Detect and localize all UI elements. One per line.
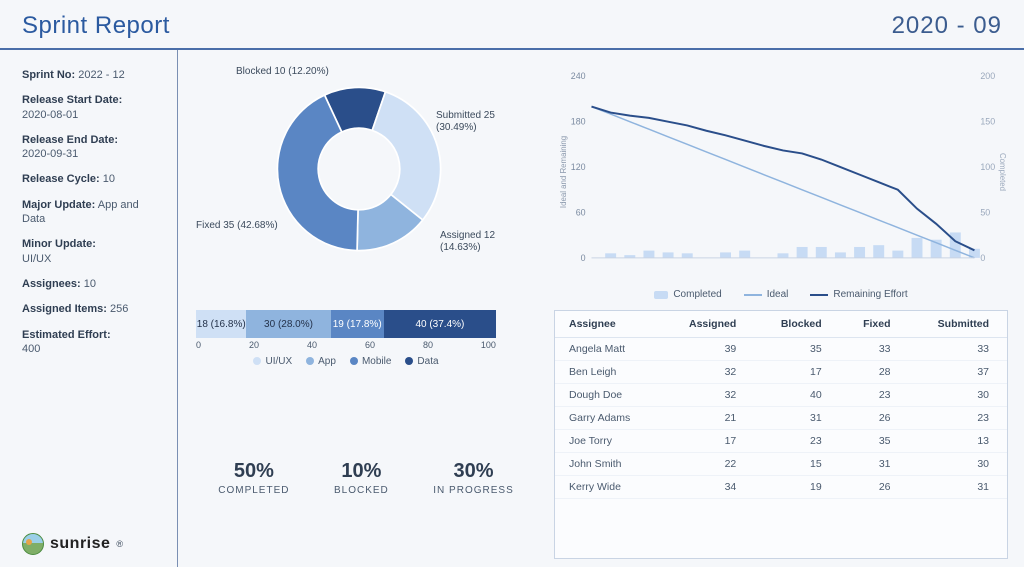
summary-stats: 50% COMPLETED 10% BLOCKED 30% IN PROGRES… — [196, 396, 536, 559]
stacked-axis: 020406080100 — [196, 340, 496, 350]
meta-minor-update: Minor Update:UI/UX — [22, 237, 163, 266]
table-row: Angela Matt39353333 — [555, 338, 1007, 361]
stacked-legend: UI/UXAppMobileData — [196, 356, 496, 367]
table-row: John Smith22153130 — [555, 453, 1007, 476]
svg-text:60: 60 — [576, 207, 586, 217]
svg-text:0: 0 — [980, 253, 985, 263]
donut-svg — [274, 84, 444, 254]
brand-logo: sunrise® — [22, 533, 163, 555]
donut-label-submitted: Submitted 25 (30.49%) — [436, 110, 536, 134]
report-period: 2020 - 09 — [892, 12, 1002, 40]
table-row: Ben Leigh32172837 — [555, 361, 1007, 384]
svg-text:240: 240 — [571, 71, 586, 81]
meta-start-date: Release Start Date:2020-08-01 — [22, 93, 163, 122]
table-row: Joe Torry17233513 — [555, 430, 1007, 453]
svg-text:200: 200 — [980, 71, 995, 81]
stacked-seg-ui/ux: 18 (16.8%) — [196, 310, 246, 338]
meta-sprint-no: Sprint No: 2022 - 12 — [22, 68, 163, 82]
sprint-meta: Sprint No: 2022 - 12 Release Start Date:… — [22, 68, 163, 367]
meta-end-date: Release End Date:2020-09-31 — [22, 133, 163, 162]
assignee-table: AssigneeAssignedBlockedFixedSubmitted An… — [554, 310, 1008, 559]
svg-text:0: 0 — [581, 253, 586, 263]
stat-completed: 50% COMPLETED — [218, 460, 289, 496]
donut-label-fixed: Fixed 35 (42.68%) — [196, 220, 278, 232]
table-row: Garry Adams21312623 — [555, 407, 1007, 430]
burndown-legend: Completed Ideal Remaining Effort — [554, 289, 1008, 300]
stat-in-progress: 30% IN PROGRESS — [433, 460, 513, 496]
svg-text:180: 180 — [571, 117, 586, 127]
meta-assigned-items: Assigned Items: 256 — [22, 302, 163, 316]
main-content: Blocked 10 (12.20%) Submitted 25 (30.49%… — [178, 50, 1024, 567]
burndown-svg: 0 60 120 180 240 0 50 100 150 200 Ideal and Remain… — [554, 62, 1008, 282]
stacked-bar: 18 (16.8%)30 (28.0%)19 (17.8%)40 (37.4%) — [196, 310, 496, 338]
stacked-seg-app: 30 (28.0%) — [246, 310, 330, 338]
table-row: Kerry Wide34192631 — [555, 476, 1007, 499]
donut-label-assigned: Assigned 12 (14.63%) — [440, 230, 536, 254]
sidebar: Sprint No: 2022 - 12 Release Start Date:… — [0, 50, 178, 567]
meta-major-update: Major Update: App and Data — [22, 198, 163, 227]
stacked-bar-chart: 18 (16.8%)30 (28.0%)19 (17.8%)40 (37.4%)… — [196, 310, 536, 388]
meta-estimated-effort: Estimated Effort:400 — [22, 328, 163, 357]
table-row: Dough Doe32402330 — [555, 384, 1007, 407]
meta-assignees: Assignees: 10 — [22, 277, 163, 291]
svg-text:Completed: Completed — [998, 153, 1007, 191]
page-title: Sprint Report — [22, 12, 170, 40]
donut-label-blocked: Blocked 10 (12.20%) — [236, 66, 329, 78]
header: Sprint Report 2020 - 09 — [0, 0, 1024, 50]
table-body: Angela Matt39353333Ben Leigh32172837Doug… — [555, 338, 1007, 499]
donut-chart: Blocked 10 (12.20%) Submitted 25 (30.49%… — [196, 62, 536, 302]
stat-blocked: 10% BLOCKED — [334, 460, 389, 496]
stacked-seg-mobile: 19 (17.8%) — [331, 310, 384, 338]
sunrise-icon — [22, 533, 44, 555]
brand-name: sunrise — [50, 535, 110, 553]
meta-release-cycle: Release Cycle: 10 — [22, 172, 163, 186]
svg-text:50: 50 — [980, 207, 990, 217]
svg-text:Ideal and Remaining: Ideal and Remaining — [559, 136, 568, 208]
stacked-seg-data: 40 (37.4%) — [384, 310, 496, 338]
svg-text:100: 100 — [980, 162, 995, 172]
burndown-chart: 0 60 120 180 240 0 50 100 150 200 Ideal and Remain… — [554, 62, 1008, 302]
table-header-row: AssigneeAssignedBlockedFixedSubmitted — [555, 311, 1007, 338]
svg-text:120: 120 — [571, 162, 586, 172]
svg-text:150: 150 — [980, 117, 995, 127]
